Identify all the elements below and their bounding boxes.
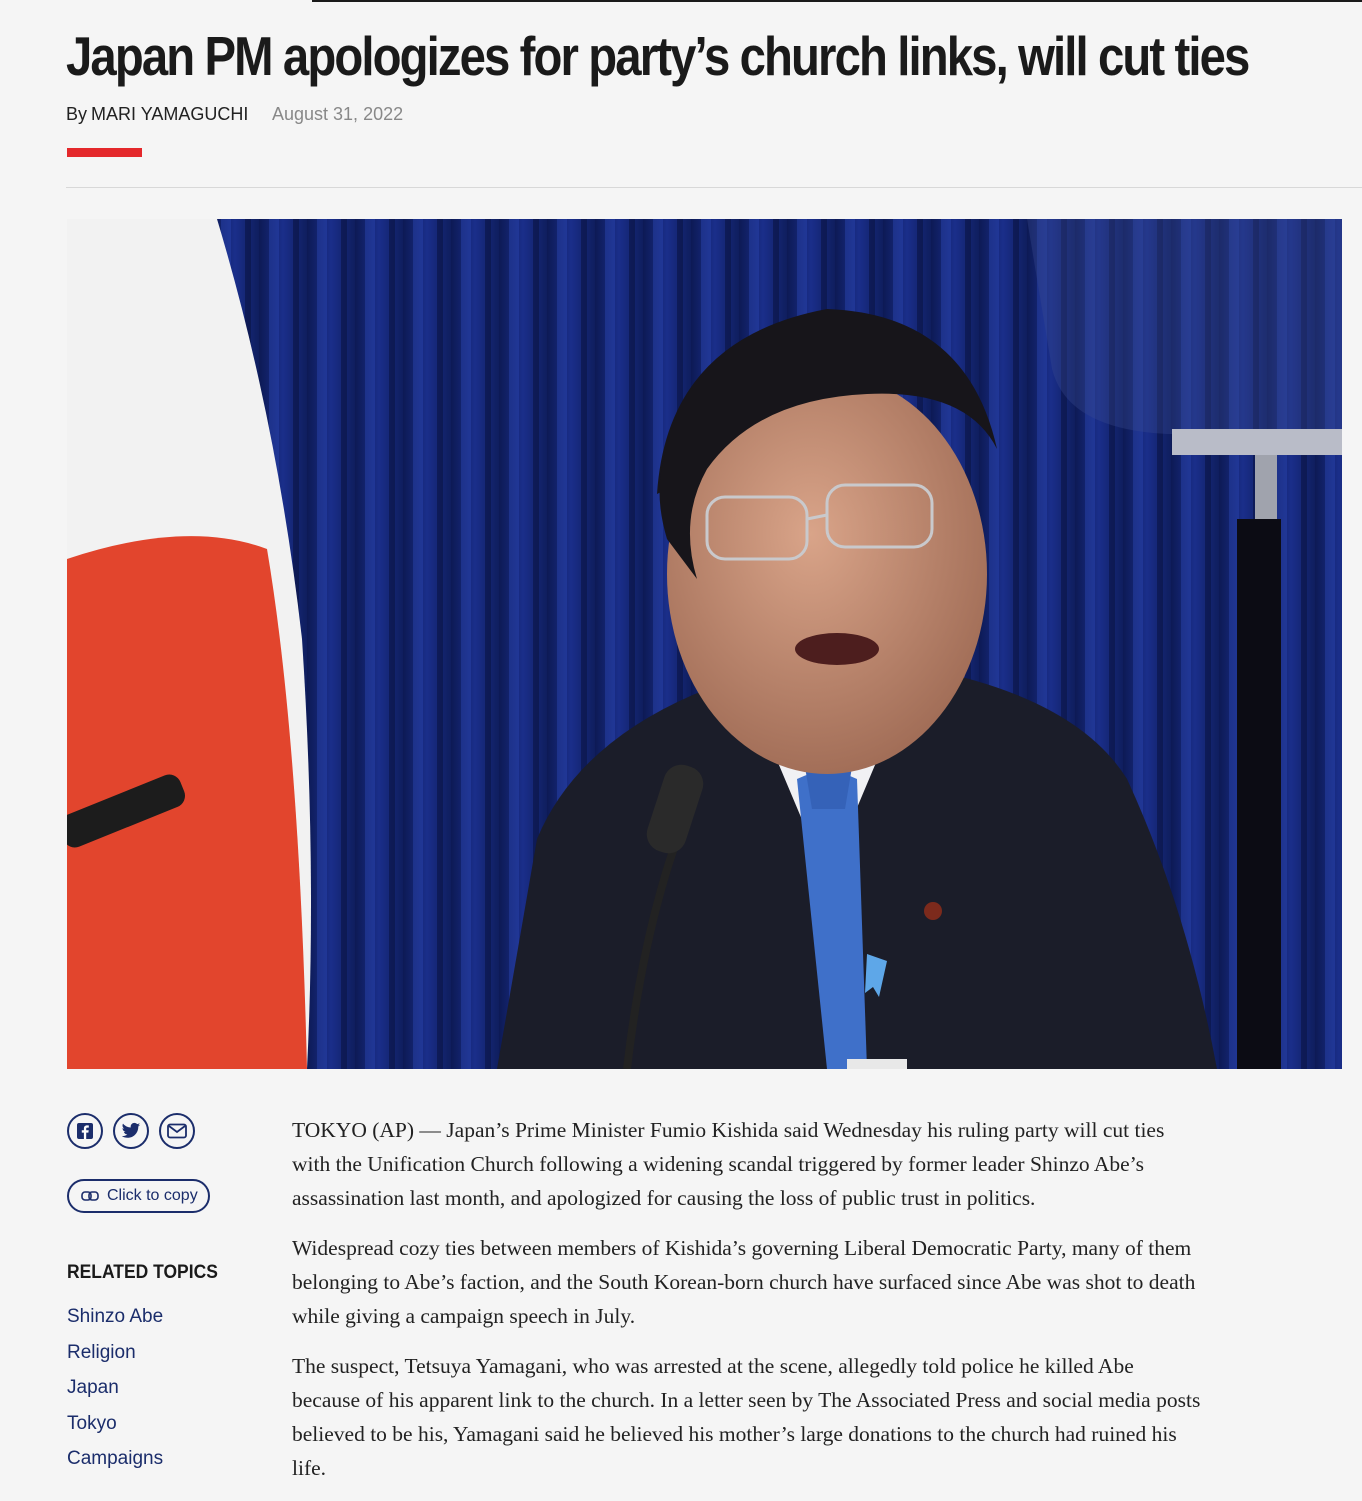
accent-bar bbox=[67, 148, 142, 157]
share-facebook-button[interactable] bbox=[67, 1113, 103, 1149]
topic-link-shinzo-abe[interactable]: Shinzo Abe bbox=[67, 1306, 163, 1327]
topic-item: Japan bbox=[67, 1377, 163, 1413]
envelope-icon bbox=[167, 1123, 187, 1139]
article-paragraph: The suspect, Tetsuya Yamagani, who was a… bbox=[292, 1354, 1201, 1480]
related-topics-heading: RELATED TOPICS bbox=[67, 1262, 218, 1283]
byline-prefix: By bbox=[66, 104, 88, 124]
top-strip bbox=[312, 0, 1362, 2]
facebook-icon bbox=[77, 1123, 93, 1139]
topic-item: Tokyo bbox=[67, 1413, 163, 1449]
byline: By MARI YAMAGUCHI bbox=[66, 104, 248, 125]
author-name[interactable]: MARI YAMAGUCHI bbox=[91, 104, 248, 124]
copy-link-button[interactable]: Click to copy bbox=[67, 1179, 210, 1213]
related-topics-list: Shinzo Abe Religion Japan Tokyo Campaign… bbox=[67, 1306, 163, 1484]
article-paragraph: Widespread cozy ties between members of … bbox=[292, 1236, 1196, 1328]
topic-link-campaigns[interactable]: Campaigns bbox=[67, 1448, 163, 1469]
topic-link-tokyo[interactable]: Tokyo bbox=[67, 1413, 117, 1434]
article-body: TOKYO (AP) — Japan’s Prime Minister Fumi… bbox=[292, 1113, 1207, 1501]
share-twitter-button[interactable] bbox=[113, 1113, 149, 1149]
headline: Japan PM apologizes for party’s church l… bbox=[66, 25, 1250, 87]
divider bbox=[66, 187, 1362, 188]
topic-item: Shinzo Abe bbox=[67, 1306, 163, 1342]
topic-link-japan[interactable]: Japan bbox=[67, 1377, 119, 1398]
article-paragraph: TOKYO (AP) — Japan’s Prime Minister Fumi… bbox=[292, 1118, 1165, 1210]
share-buttons bbox=[67, 1113, 195, 1149]
lead-photo[interactable] bbox=[67, 219, 1342, 1069]
photo-illustration bbox=[67, 219, 1342, 1069]
link-icon bbox=[81, 1191, 99, 1201]
topic-item: Campaigns bbox=[67, 1448, 163, 1484]
share-email-button[interactable] bbox=[159, 1113, 195, 1149]
topic-item: Religion bbox=[67, 1342, 163, 1378]
twitter-icon bbox=[121, 1122, 141, 1138]
copy-link-label: Click to copy bbox=[107, 1187, 198, 1204]
topic-link-religion[interactable]: Religion bbox=[67, 1342, 136, 1363]
publish-date: August 31, 2022 bbox=[272, 104, 404, 124]
